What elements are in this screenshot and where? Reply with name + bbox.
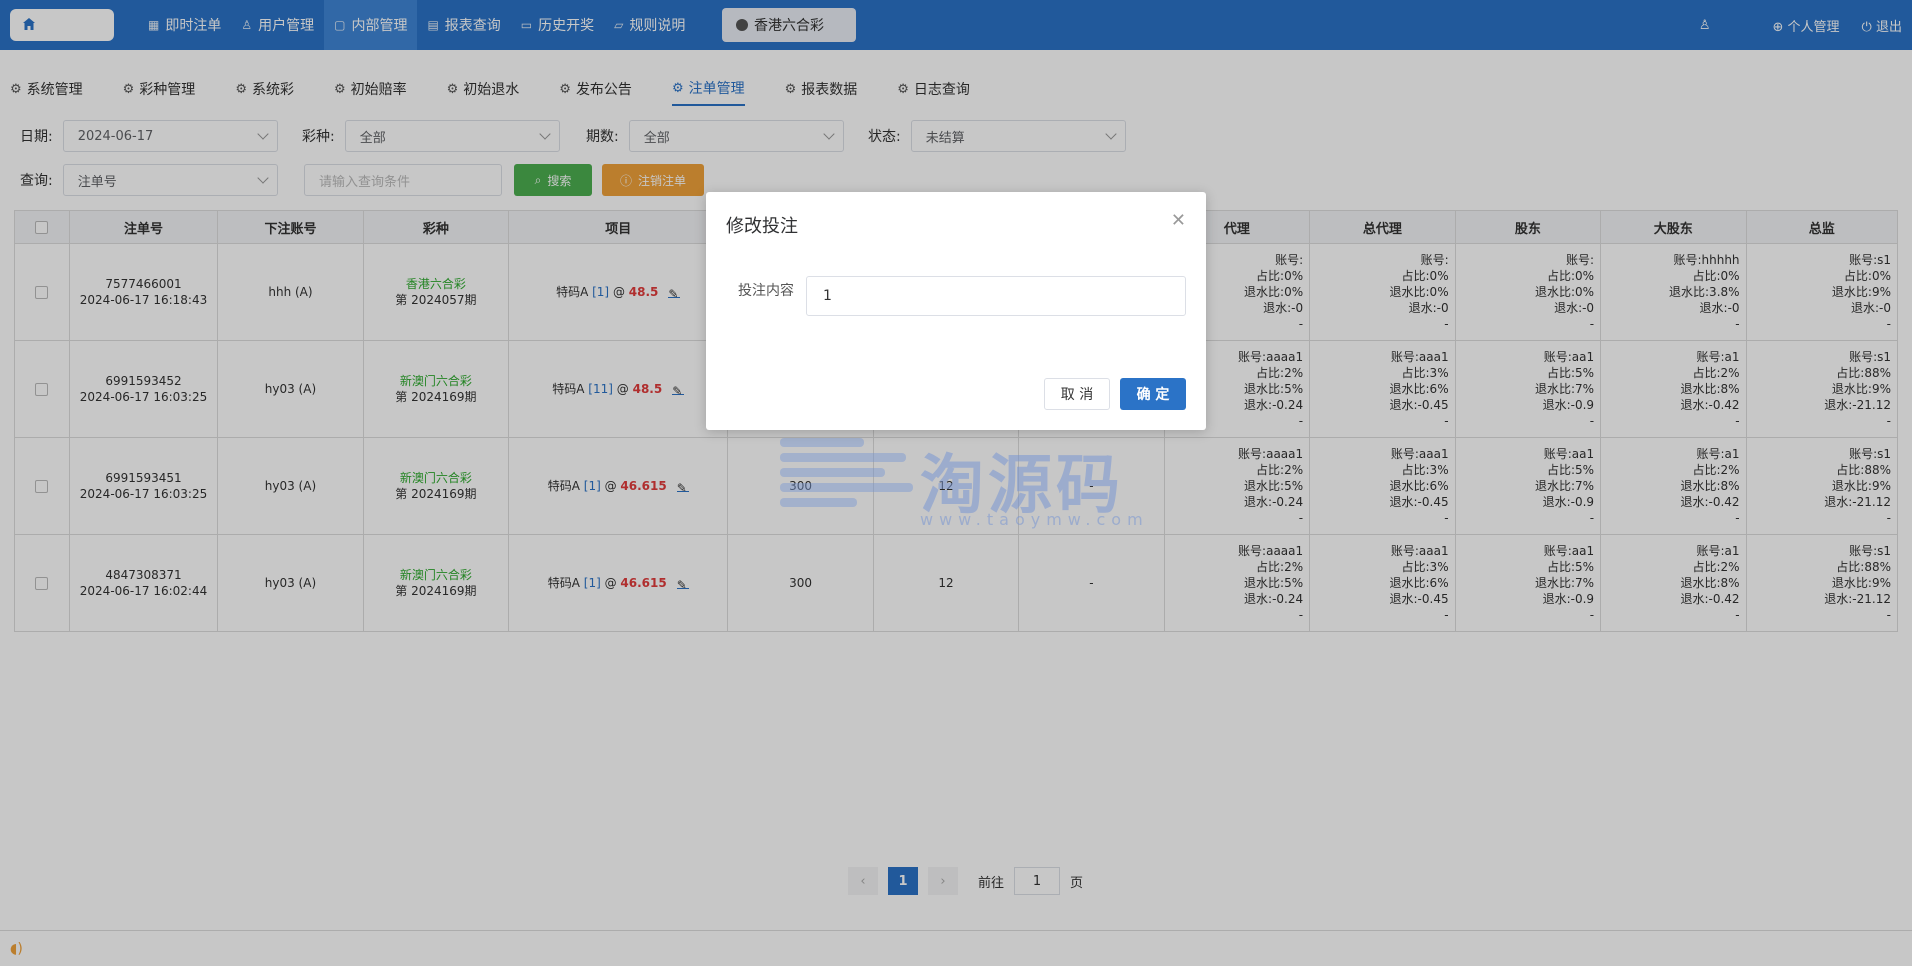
watermark-url: www.taoymw.com [920, 510, 1149, 529]
watermark-stripes [780, 438, 920, 538]
bet-content-value: 1 [823, 288, 832, 304]
bet-content-label: 投注内容 [738, 283, 794, 299]
confirm-button[interactable]: 确 定 [1120, 378, 1186, 410]
close-icon[interactable]: ✕ [1171, 210, 1186, 231]
watermark-logo: 淘源码 www.taoymw.com [770, 430, 1190, 540]
cancel-button[interactable]: 取 消 [1044, 378, 1110, 410]
edit-bet-dialog: 修改投注 ✕ 投注内容 1 取 消 确 定 [706, 192, 1206, 430]
dialog-title: 修改投注 [726, 216, 798, 237]
bet-content-input[interactable]: 1 [806, 276, 1186, 316]
